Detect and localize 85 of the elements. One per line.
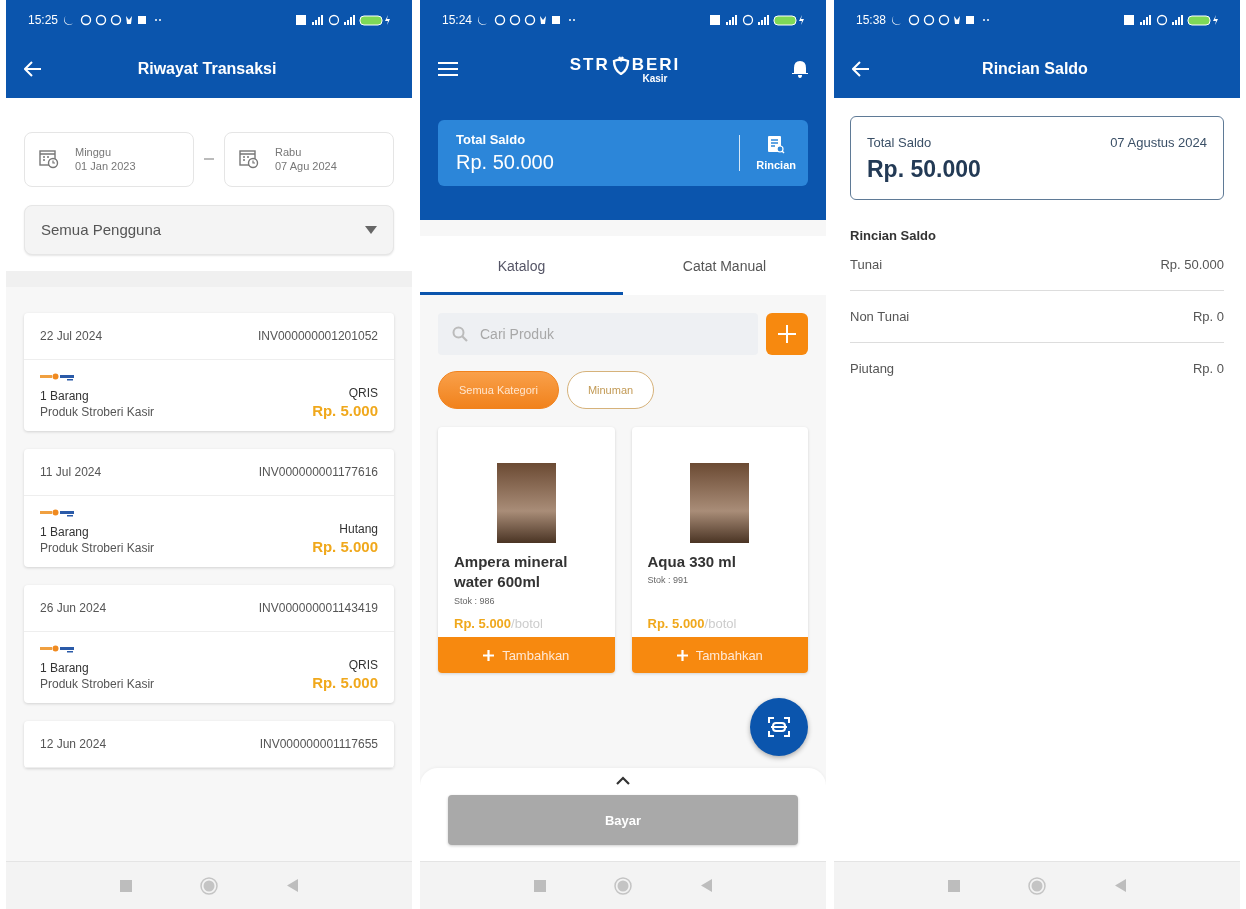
back-arrow-icon[interactable] — [24, 61, 42, 77]
transaction-date: 26 Jun 2024 — [40, 600, 107, 615]
back-icon[interactable] — [286, 879, 298, 892]
status-time: 15:38 — [856, 13, 887, 27]
document-search-icon — [767, 135, 786, 155]
tab[interactable]: Katalog — [420, 236, 623, 295]
home-icon[interactable] — [200, 876, 219, 895]
add-product-button[interactable] — [766, 313, 808, 355]
details-button[interactable]: Rincian — [739, 135, 808, 171]
product-description: Produk Stroberi Kasir — [40, 676, 155, 691]
transaction-amount: Rp. 5.000 — [312, 673, 378, 691]
product-description: Produk Stroberi Kasir — [40, 404, 155, 419]
calendar-icon — [239, 149, 259, 170]
plus-icon — [778, 325, 796, 343]
strawberry-icon — [611, 54, 630, 75]
balance-type-label: Tunai — [850, 257, 883, 272]
scan-icon — [767, 715, 791, 739]
stock-label: Stok : 991 — [647, 575, 690, 586]
transaction-amount: Rp. 5.000 — [312, 401, 378, 419]
transaction-date: 11 Jul 2024 — [40, 464, 102, 479]
transaction-date: 12 Jun 2024 — [40, 736, 107, 751]
balance-label: Total Saldo — [456, 132, 527, 147]
product-description: Produk Stroberi Kasir — [40, 540, 155, 555]
invoice-number: INV000000001177616 — [258, 464, 378, 479]
notification-bell-icon[interactable] — [792, 60, 808, 78]
invoice-number: INV000000001117655 — [259, 736, 378, 751]
search-field[interactable]: Cari Produk — [438, 313, 758, 355]
home-icon[interactable] — [614, 876, 633, 895]
plus-icon — [676, 649, 688, 661]
product-name: Aqua 330 ml — [647, 552, 737, 572]
balance-amount: Rp. 50.000 — [456, 151, 555, 174]
payment-method: QRIS — [348, 385, 378, 400]
date-picker[interactable]: Rabu 07 Agu 2024 — [224, 132, 394, 187]
plus-icon — [483, 649, 495, 661]
screen-title: Rincian Saldo — [981, 60, 1089, 78]
chevron-up-icon[interactable] — [616, 776, 630, 785]
balance-type-value: Rp. 0 — [1192, 309, 1224, 324]
tab[interactable]: Catat Manual — [623, 236, 826, 295]
home-icon[interactable] — [1028, 876, 1047, 895]
back-icon[interactable] — [700, 879, 712, 892]
item-count: 1 Barang — [40, 388, 89, 403]
transaction-amount: Rp. 5.000 — [312, 537, 378, 555]
invoice-number: INV000000001201052 — [257, 328, 378, 343]
status-time: 15:25 — [28, 13, 59, 27]
screen-title: Riwayat Transaksi — [136, 60, 278, 78]
section-title: Rincian Saldo — [850, 228, 937, 243]
payment-method: QRIS — [348, 657, 378, 672]
balance-amount: Rp. 50.000 — [867, 156, 982, 183]
calendar-icon — [39, 149, 59, 170]
transaction-card[interactable]: 26 Jun 2024 INV000000001143419 1 Barang Produk Stroberi Kasir QRIS Rp. 5.000 — [24, 584, 394, 703]
category-chip[interactable]: Minuman — [566, 371, 655, 409]
recents-icon[interactable] — [120, 879, 133, 892]
day-label: Rabu — [275, 145, 303, 160]
balance-type-label: Non Tunai — [850, 309, 910, 324]
status-time: 15:24 — [442, 13, 473, 27]
date-label: 07 Agu 2024 — [275, 159, 337, 174]
product-name: Ampera mineral water 600ml — [454, 552, 569, 593]
item-count: 1 Barang — [40, 660, 89, 675]
balance-type-label: Piutang — [850, 361, 895, 376]
stock-label: Stok : 986 — [454, 595, 496, 606]
back-arrow-icon[interactable] — [852, 61, 870, 77]
app-logo: STR BERI Kasir — [568, 54, 682, 84]
product-price: Rp. 5.000/botol — [454, 616, 544, 631]
transaction-card[interactable]: 11 Jul 2024 INV000000001177616 1 Barang Produk Stroberi Kasir Hutang Rp. 5.000 — [24, 448, 394, 567]
balance-label: Total Saldo — [867, 135, 932, 150]
item-count: 1 Barang — [40, 524, 89, 539]
balance-type-value: Rp. 0 — [1192, 361, 1224, 376]
recents-icon[interactable] — [534, 879, 547, 892]
scan-button[interactable] — [750, 698, 808, 756]
date-label: 01 Jan 2023 — [75, 159, 136, 174]
menu-icon[interactable] — [438, 61, 458, 77]
dropdown-caret-icon — [365, 225, 377, 234]
back-icon[interactable] — [1114, 879, 1126, 892]
transaction-card[interactable]: 12 Jun 2024 INV000000001117655 — [24, 720, 394, 768]
invoice-number: INV000000001143419 — [258, 600, 378, 615]
day-label: Minggu — [75, 145, 113, 160]
date-picker[interactable]: Minggu 01 Jan 2023 — [24, 132, 194, 187]
recents-icon[interactable] — [948, 879, 961, 892]
balance-type-value: Rp. 50.000 — [1160, 257, 1224, 272]
user-filter-dropdown[interactable]: Semua Pengguna — [24, 204, 394, 255]
transaction-date: 22 Jul 2024 — [40, 328, 103, 343]
transaction-card[interactable]: 22 Jul 2024 INV000000001201052 1 Barang Produk Stroberi Kasir QRIS Rp. 5.000 — [24, 312, 394, 431]
search-icon — [452, 326, 468, 342]
payment-method: Hutang — [339, 521, 378, 536]
balance-date: 07 Agustus 2024 — [1110, 135, 1207, 150]
